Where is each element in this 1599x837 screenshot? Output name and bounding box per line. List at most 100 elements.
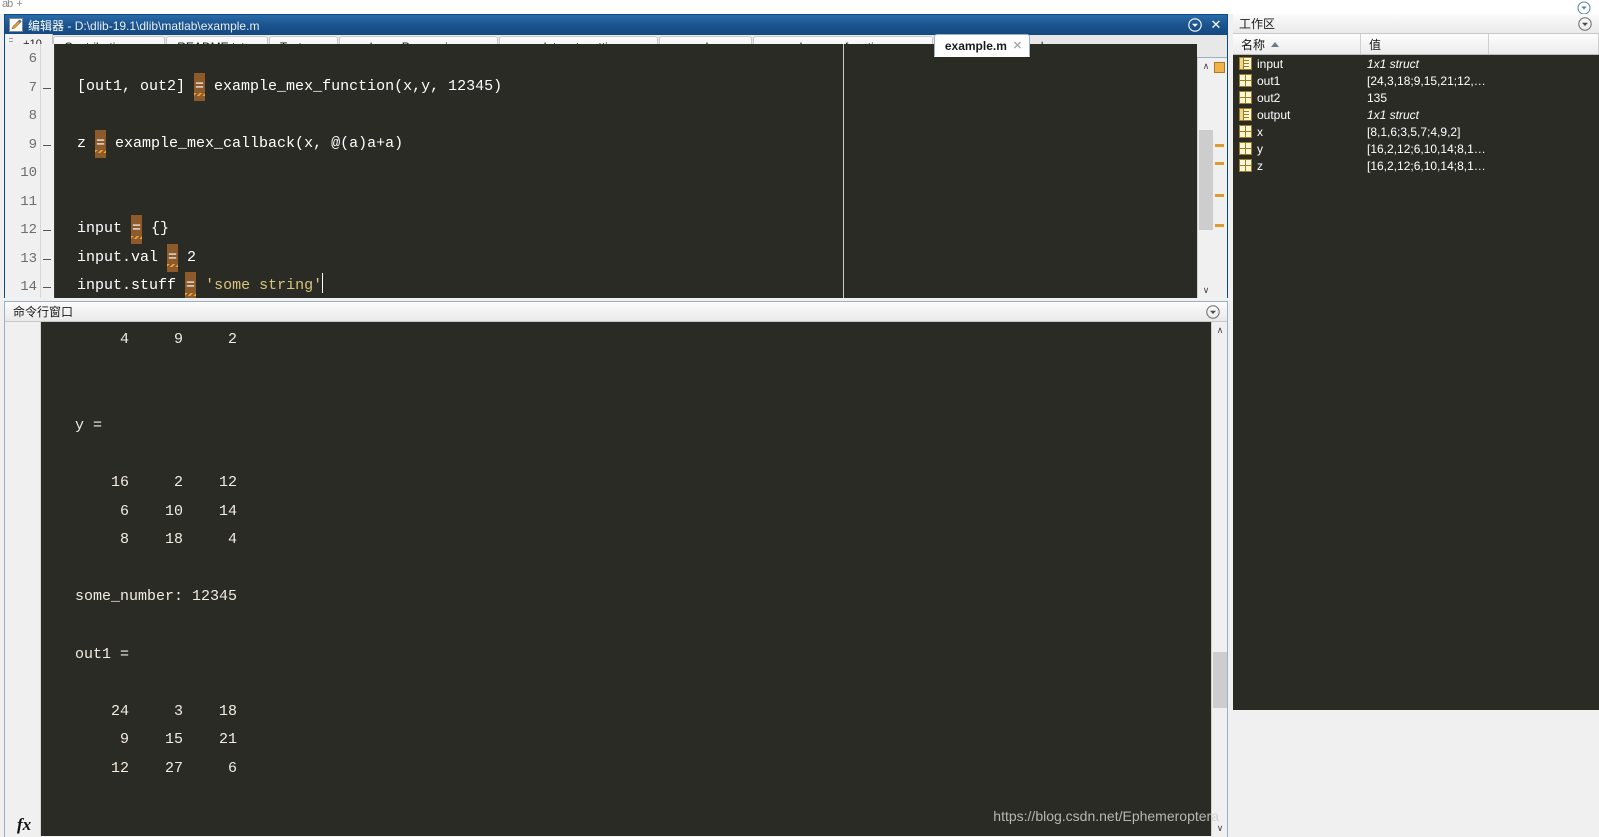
desktop-chevron-down-icon[interactable] [1577,0,1591,15]
editor-title-separator: - [64,18,75,33]
code-text: input.stuff [77,277,186,294]
page-watermark: https://blog.csdn.net/Ephemeroptera [993,808,1219,824]
assignment-operator: = [95,129,107,158]
workspace-variable-value: [24,3,18;9,15,21;12,… [1367,73,1486,88]
workspace-column-name[interactable]: 名称 [1233,34,1361,54]
editor-code-area[interactable]: [out1, out2] = example_mex_function(x,y,… [55,44,1197,298]
workspace-variable-row[interactable]: z [16,2,12;6,10,14;8,1… [1233,157,1599,174]
command-scrollbar-thumb[interactable] [1213,652,1227,708]
workspace-variable-value: [8,1,6;3,5,7;4,9,2] [1367,124,1461,139]
editor-tab[interactable]: example.m ✕ [933,34,1031,57]
assignment-operator: = [194,72,206,101]
workspace-column-name-label: 名称 [1241,37,1266,52]
marker-warning[interactable] [1215,224,1224,227]
workspace-column-value[interactable]: 值 [1361,34,1489,54]
workspace-column-extra[interactable] [1489,34,1599,54]
code-text: input [77,220,132,237]
matrix-icon [1239,142,1252,155]
editor-marker-strip[interactable] [1213,58,1227,298]
editor-vertical-scrollbar[interactable]: ∧ ∨ [1197,58,1213,298]
editor-scrollbar-thumb[interactable] [1199,130,1213,230]
column-ruler [843,44,844,298]
scroll-down-arrow-icon[interactable]: ∨ [1198,282,1214,298]
text-cursor [322,273,324,293]
editor-body: 6 7 8 9 10 11 12 13 14 [out1, out2] = example_me… [5,44,1227,298]
workspace-column-value-label: 值 [1369,37,1382,52]
workspace-variable-name: z [1257,158,1263,173]
matrix-icon [1239,159,1252,172]
workspace-column-headers: 名称 值 [1233,34,1599,55]
code-text: {} [142,220,170,237]
command-window-vertical-scrollbar[interactable]: ∧ ∨ [1211,322,1227,836]
line-number: 6 [28,51,37,67]
workspace-variable-row[interactable]: output 1x1 struct [1233,106,1599,123]
workspace-variable-value: 135 [1367,90,1388,105]
assignment-operator: = [185,272,197,298]
workspace-variable-row[interactable]: out2 135 [1233,89,1599,106]
workspace-variable-name: out1 [1257,73,1281,88]
workspace-title-label: 工作区 [1239,17,1276,31]
command-window-dropdown-icon[interactable] [1205,304,1221,323]
marker-warning[interactable] [1215,194,1224,197]
editor-close-icon[interactable]: ✕ [1208,17,1224,33]
background-ghost-text: ab + [2,0,23,10]
workspace-variable-name: output [1257,107,1291,122]
workspace-variable-name: x [1257,124,1263,139]
code-text: 2 [178,248,197,266]
code-line[interactable] [55,158,1197,187]
code-line[interactable]: [out1, out2] = example_mex_function(x,y,… [55,72,1197,101]
breakpoint-dash-icon[interactable] [43,230,51,231]
command-window-title-label: 命令行窗口 [13,305,74,319]
breakpoint-dash-icon[interactable] [43,287,51,288]
workspace-variable-name: input [1257,56,1284,71]
code-line[interactable] [55,187,1197,216]
code-line[interactable]: input.val = 2 [55,243,1197,272]
line-number: 14 [20,279,37,295]
editor-line-number-gutter: 6 7 8 9 10 11 12 13 14 [5,44,41,298]
editor-dropdown-icon[interactable] [1187,17,1203,33]
breakpoint-dash-icon[interactable] [43,87,51,89]
workspace-variable-row[interactable]: input 1x1 struct [1233,55,1599,72]
workspace-variable-row[interactable]: out1 [24,3,18;9,15,21;12,… [1233,72,1599,89]
assignment-operator: = [167,243,179,272]
matrix-icon [1239,125,1252,138]
editor-window: 编辑器 - D:\dlib-19.1\dlib\matlab\example.m… [4,14,1228,298]
fx-prompt-icon[interactable]: fx [17,815,31,835]
line-number: 7 [28,79,37,96]
workspace-variable-list[interactable]: input 1x1 struct out1 [24,3,18;9,15,21;12,…… [1233,55,1599,710]
marker-warning[interactable] [1215,144,1224,147]
workspace-variable-row[interactable]: x [8,1,6;3,5,7;4,9,2] [1233,123,1599,140]
marker-status-box[interactable] [1214,62,1225,73]
workspace-variable-value: 1x1 struct [1367,107,1420,122]
line-number: 11 [20,193,37,210]
editor-title-bar: 编辑器 - D:\dlib-19.1\dlib\matlab\example.m… [5,15,1227,35]
line-number: 10 [20,165,37,181]
code-line[interactable] [55,101,1197,130]
code-line[interactable]: input.stuff = 'some string' [55,272,1197,298]
scroll-up-arrow-icon[interactable]: ∧ [1212,322,1228,338]
struct-icon [1239,57,1252,70]
editor-title-bar-buttons: ✕ [1187,17,1224,33]
marker-warning[interactable] [1215,162,1224,165]
code-line[interactable]: z = example_mex_callback(x, @(a)a+a) [55,129,1197,158]
breakpoint-dash-icon[interactable] [43,144,51,146]
workspace-variable-row[interactable]: y [16,2,12;6,10,14;8,1… [1233,140,1599,157]
scroll-up-arrow-icon[interactable]: ∧ [1198,58,1214,74]
line-number: 12 [20,222,37,238]
sort-ascending-icon [1271,41,1280,47]
command-window-output[interactable]: 4 9 2 y = 16 2 12 6 10 14 8 18 4 some_nu… [41,322,1211,836]
breakpoint-dash-icon[interactable] [43,258,51,260]
editor-breakpoint-column[interactable] [41,44,55,298]
matlab-ide-root: ab + 编辑器 - D:\dlib-19.1\dlib\matlab\exam… [0,0,1599,837]
workspace-dropdown-icon[interactable] [1577,16,1593,35]
command-window-body: fx 4 9 2 y = 16 2 12 6 10 14 8 18 4 some… [5,322,1227,836]
desktop-background-strip: ab + [0,0,1599,15]
workspace-variable-value: [16,2,12;6,10,14;8,1… [1367,158,1486,173]
tab-close-icon[interactable]: ✕ [1013,39,1022,52]
editor-file-path: D:\dlib-19.1\dlib\matlab\example.m [74,18,260,33]
code-line[interactable]: input = {} [55,215,1197,244]
line-number: 8 [28,108,37,124]
line-number: 9 [28,136,37,153]
command-window-title-bar: 命令行窗口 [5,302,1227,322]
